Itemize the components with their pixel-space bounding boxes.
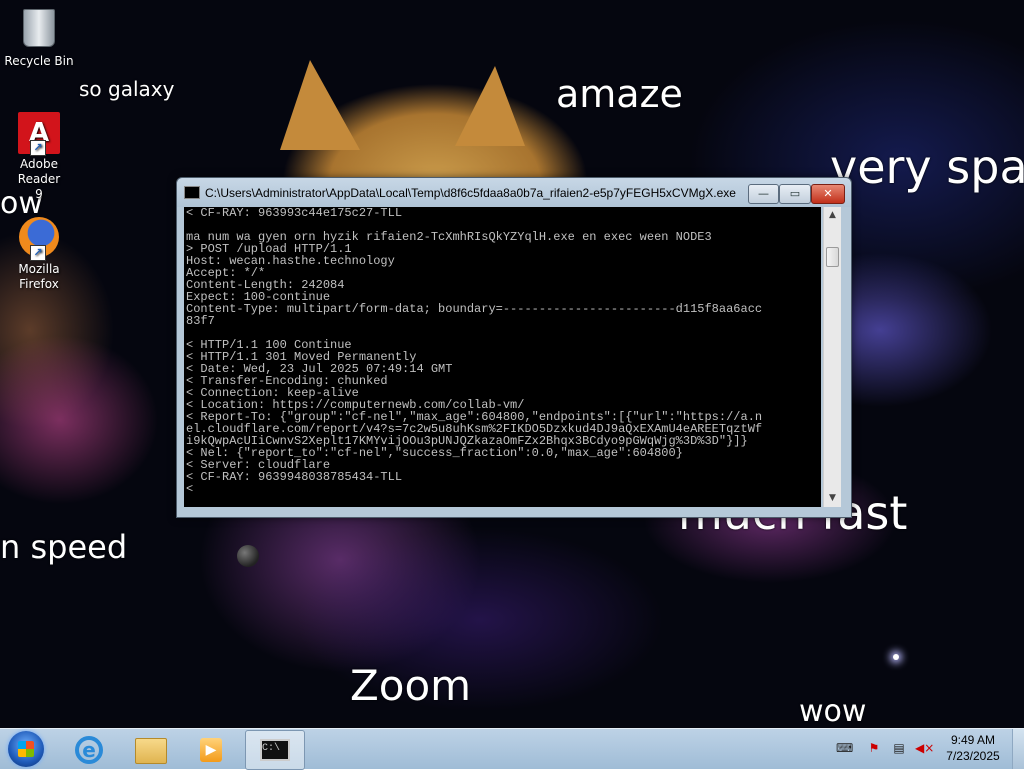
minimize-button[interactable]: — <box>748 184 779 204</box>
console-line: Host: wecan.hasthe.technology <box>186 254 395 268</box>
wallpaper-text-so-galaxy: so galaxy <box>79 77 175 101</box>
desktop-icon-firefox[interactable]: ↗ Mozilla Firefox <box>0 217 78 292</box>
console-output[interactable]: < CF-RAY: 963993c44e175c27-TLL ma num wa … <box>184 207 821 507</box>
command-prompt-icon: C:\ <box>260 739 290 761</box>
windows-logo-icon <box>18 741 34 757</box>
shortcut-arrow-icon: ↗ <box>30 245 46 261</box>
wallpaper-text-amaze: amaze <box>556 72 683 116</box>
desktop-icon-label: Recycle Bin <box>4 54 74 68</box>
console-app-icon <box>184 186 200 199</box>
scroll-down-icon[interactable]: ▼ <box>824 490 841 507</box>
maximize-button[interactable]: ▭ <box>779 184 811 204</box>
desktop-icon-label-line2: Firefox <box>19 277 59 291</box>
volume-muted-icon[interactable]: ◀× <box>915 741 934 755</box>
close-button[interactable]: ✕ <box>811 184 845 204</box>
taskbar: e ▶ C:\ ⌨ ⚑ ▤ ◀× 9:49 AM 7/23/2025 <box>0 728 1024 770</box>
keyboard-icon[interactable]: ⌨ <box>836 741 853 755</box>
network-icon[interactable]: ▤ <box>891 741 907 755</box>
action-center-flag-icon[interactable]: ⚑ <box>866 741 882 755</box>
taskbar-internet-explorer[interactable]: e <box>60 730 118 768</box>
shortcut-arrow-icon: ↗ <box>30 140 46 156</box>
recycle-bin-icon <box>18 9 60 51</box>
wallpaper-text-wow: wow <box>799 694 867 728</box>
clock-time: 9:49 AM <box>950 733 996 747</box>
star-decoration <box>893 654 899 660</box>
internet-explorer-icon: e <box>75 736 103 764</box>
taskbar-clock[interactable]: 9:49 AM 7/23/2025 <box>940 732 1006 764</box>
console-line: < CF-RAY: 9639948038785434-TLL <box>186 470 403 484</box>
console-line: < <box>186 482 194 496</box>
doge-ear-right <box>455 66 525 146</box>
taskbar-media-player[interactable]: ▶ <box>182 730 240 768</box>
wallpaper-text-n-speed: n speed <box>0 528 128 566</box>
start-button[interactable] <box>8 731 44 767</box>
desktop-icon-recycle-bin[interactable]: Recycle Bin <box>0 6 78 69</box>
console-window[interactable]: C:\Users\Administrator\AppData\Local\Tem… <box>176 177 852 518</box>
desktop-icon-label: Mozilla <box>18 262 60 276</box>
console-line: < CF-RAY: 963993c44e175c27-TLL <box>186 207 403 220</box>
console-text: < CF-RAY: 963993c44e175c27-TLL ma num wa … <box>184 207 821 495</box>
file-explorer-icon <box>135 738 167 764</box>
media-player-icon: ▶ <box>200 738 222 762</box>
planet-decoration <box>237 545 259 567</box>
desktop-icon-adobe-reader[interactable]: A ↗ Adobe Reader 9 <box>0 112 78 202</box>
taskbar-command-prompt[interactable]: C:\ <box>245 730 305 770</box>
scrollbar-thumb[interactable] <box>826 247 839 267</box>
console-line: Content-Type: multipart/form-data; bound… <box>186 302 763 316</box>
window-title: C:\Users\Administrator\AppData\Local\Tem… <box>205 186 736 200</box>
console-line: 83f7 <box>186 314 215 328</box>
vertical-scrollbar[interactable]: ▲ ▼ <box>823 207 841 507</box>
desktop-icon-label: Adobe Reader <box>17 157 61 186</box>
scroll-up-icon[interactable]: ▲ <box>824 207 841 224</box>
window-titlebar[interactable]: C:\Users\Administrator\AppData\Local\Tem… <box>177 178 851 207</box>
doge-ear-left <box>280 60 360 150</box>
desktop-icon-label-line2: 9 <box>35 187 43 201</box>
firefox-icon: ↗ <box>18 217 60 261</box>
wallpaper-text-very-spa: very spa <box>830 140 1024 194</box>
show-desktop-button[interactable] <box>1012 729 1024 769</box>
adobe-reader-icon: A ↗ <box>18 112 60 156</box>
wallpaper-text-zoom: Zoom <box>350 661 472 710</box>
clock-date: 7/23/2025 <box>946 749 1000 763</box>
taskbar-file-explorer[interactable] <box>121 730 179 768</box>
